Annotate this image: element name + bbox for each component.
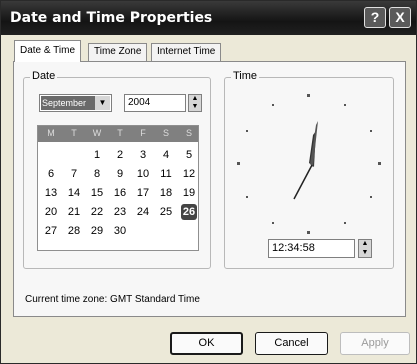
clock-tick-7 (272, 222, 274, 224)
clock-tick-9 (237, 162, 240, 165)
weekday-header: S (162, 128, 169, 138)
weekday-header: F (140, 128, 146, 138)
clock-tick-1 (344, 104, 346, 106)
calendar-day[interactable]: 22 (86, 203, 108, 221)
calendar-day[interactable]: 14 (63, 184, 85, 202)
calendar-day[interactable]: 16 (109, 184, 131, 202)
close-button[interactable]: X (389, 7, 411, 28)
calendar-day[interactable]: 24 (132, 203, 154, 221)
clock-second-hand (293, 164, 313, 200)
calendar-day[interactable]: 3 (132, 146, 154, 164)
weekday-header: M (47, 128, 55, 138)
calendar-day[interactable]: 1 (86, 146, 108, 164)
calendar-day[interactable]: 5 (178, 146, 200, 164)
calendar-day[interactable]: 19 (178, 184, 200, 202)
year-spinner[interactable]: ▲ ▼ (188, 94, 202, 112)
calendar-day[interactable]: 4 (155, 146, 177, 164)
clock-tick-11 (272, 104, 274, 106)
month-value: September (41, 96, 96, 110)
year-field[interactable]: 2004 (124, 94, 186, 112)
spin-down-icon[interactable]: ▼ (359, 249, 371, 257)
weekday-header: S (185, 128, 192, 138)
spin-down-icon[interactable]: ▼ (189, 103, 201, 111)
weekday-header: T (71, 128, 77, 138)
ok-button[interactable]: OK (170, 332, 243, 355)
calendar-day[interactable]: 21 (63, 203, 85, 221)
calendar-day[interactable]: 13 (40, 184, 62, 202)
calendar-day[interactable]: 9 (109, 165, 131, 183)
month-dropdown[interactable]: September ▼ (39, 94, 112, 112)
calendar-day-selected[interactable]: 26 (181, 204, 197, 220)
clock-tick-10 (246, 130, 248, 132)
tab-internet-time[interactable]: Internet Time (151, 43, 222, 61)
clock-tick-3 (378, 162, 381, 165)
clock-tick-6 (307, 231, 310, 234)
weekday-header: W (92, 128, 102, 138)
calendar-day[interactable]: 2 (109, 146, 131, 164)
help-button[interactable]: ? (364, 7, 386, 28)
calendar-day[interactable]: 27 (40, 222, 62, 240)
chevron-down-icon[interactable]: ▼ (95, 96, 110, 110)
calendar-day[interactable]: 20 (40, 203, 62, 221)
cancel-button[interactable]: Cancel (255, 332, 328, 355)
calendar-day[interactable]: 23 (109, 203, 131, 221)
weekday-header: T (117, 128, 123, 138)
time-group-label: Time (231, 70, 260, 82)
tab-date-time[interactable]: Date & Time (14, 40, 82, 62)
calendar-day[interactable]: 11 (155, 165, 177, 183)
calendar-day[interactable]: 6 (40, 165, 62, 183)
apply-button[interactable]: Apply (340, 332, 410, 355)
calendar-day[interactable]: 28 (63, 222, 85, 240)
clock-tick-8 (246, 196, 248, 198)
calendar-day[interactable]: 18 (155, 184, 177, 202)
calendar-day[interactable]: 17 (132, 184, 154, 202)
calendar-day[interactable]: 29 (86, 222, 108, 240)
calendar-day[interactable]: 10 (132, 165, 154, 183)
spin-up-icon[interactable]: ▲ (359, 240, 371, 248)
calendar-day[interactable]: 25 (155, 203, 177, 221)
analog-clock (237, 94, 381, 234)
clock-tick-12 (307, 94, 310, 97)
calendar-header: M T W T F S S (38, 126, 198, 142)
calendar-day[interactable]: 12 (178, 165, 200, 183)
tab-time-zone[interactable]: Time Zone (88, 43, 148, 61)
current-time-zone-text: Current time zone: GMT Standard Time (25, 294, 200, 305)
date-time-properties-window: Date and Time Properties ? X Date & Time… (0, 0, 417, 364)
calendar-day[interactable]: 7 (63, 165, 85, 183)
spin-up-icon[interactable]: ▲ (189, 95, 201, 103)
date-group-label: Date (30, 70, 58, 82)
clock-tick-4 (370, 196, 372, 198)
calendar-grid[interactable]: M T W T F S S 1 2 3 4 5 6 7 8 9 10 11 12… (37, 125, 199, 251)
time-spinner[interactable]: ▲ ▼ (358, 239, 372, 258)
time-field[interactable]: 12:34:58 (268, 239, 355, 258)
calendar-day[interactable]: 30 (109, 222, 131, 240)
clock-tick-5 (344, 222, 346, 224)
clock-tick-2 (370, 130, 372, 132)
window-title: Date and Time Properties (10, 10, 213, 26)
calendar-day[interactable]: 15 (86, 184, 108, 202)
calendar-day[interactable]: 8 (86, 165, 108, 183)
title-bar[interactable]: Date and Time Properties ? X (1, 1, 416, 35)
